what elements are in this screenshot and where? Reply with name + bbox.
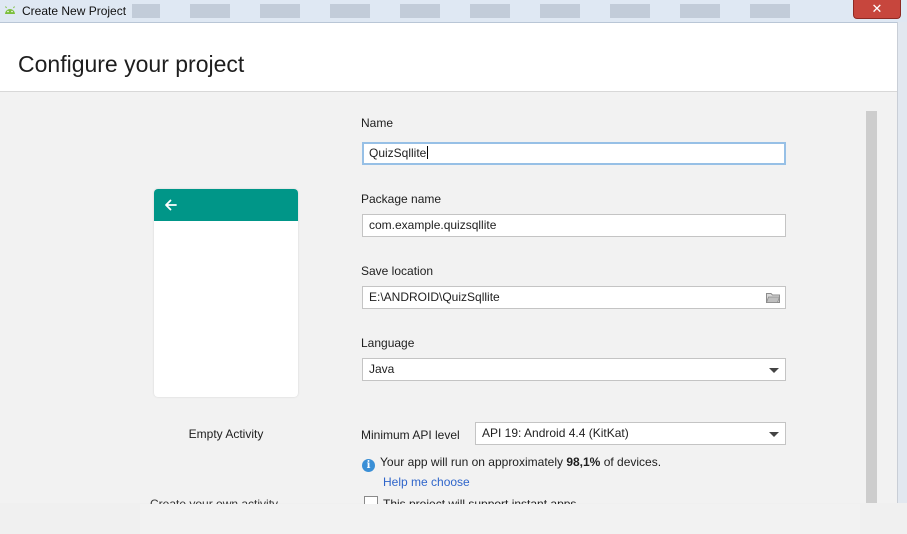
template-name: Empty Activity [188,427,264,441]
android-studio-icon [5,6,15,14]
chevron-down-icon [769,368,779,373]
save-location-label: Save location [361,264,434,278]
coverage-percent: 98,1% [566,455,601,469]
help-me-choose-link[interactable]: Help me choose [383,475,470,489]
page-title: Configure your project [18,51,245,77]
min-api-value: API 19: Android 4.4 (KitKat) [482,426,629,440]
bottom-clip [340,504,860,534]
package-name-input[interactable]: com.example.quizsqllite [362,214,786,237]
language-label: Language [361,336,415,350]
close-button[interactable]: ✕ [853,0,901,19]
scrollbar-thumb[interactable] [866,111,877,503]
bottom-clip-left [140,504,340,534]
window-edge [897,22,907,503]
info-icon: i [362,459,375,472]
background-toolbar [120,4,820,18]
save-location-input[interactable]: E:\ANDROID\QuizSqllite [362,286,786,309]
package-name-label: Package name [361,192,442,206]
dialog-header: Configure your project [0,23,897,92]
configure-project-dialog: Configure your project Empty Activity Cr… [0,23,897,534]
language-value: Java [369,362,395,376]
name-input[interactable]: QuizSqllite [362,142,786,165]
language-select[interactable]: Java [362,358,786,381]
window-titlebar: Create New Project ✕ [0,0,907,23]
api-coverage-info: i Your app will run on approximately 98,1… [362,455,661,472]
activity-preview [154,189,298,397]
window-title: Create New Project [22,4,133,18]
folder-icon[interactable] [766,292,780,303]
name-value: QuizSqllite [369,146,427,160]
text-caret [427,146,429,159]
save-location-value: E:\ANDROID\QuizSqllite [369,290,500,304]
coverage-prefix: Your app will run on approximately [380,455,567,469]
name-label: Name [361,116,394,130]
coverage-suffix: of devices. [600,455,662,469]
min-api-label: Minimum API level [361,428,460,442]
min-api-select[interactable]: API 19: Android 4.4 (KitKat) [475,422,786,445]
back-arrow-icon [165,199,177,211]
chevron-down-icon [769,432,779,437]
package-name-value: com.example.quizsqllite [369,218,497,232]
preview-app-bar [154,189,298,221]
